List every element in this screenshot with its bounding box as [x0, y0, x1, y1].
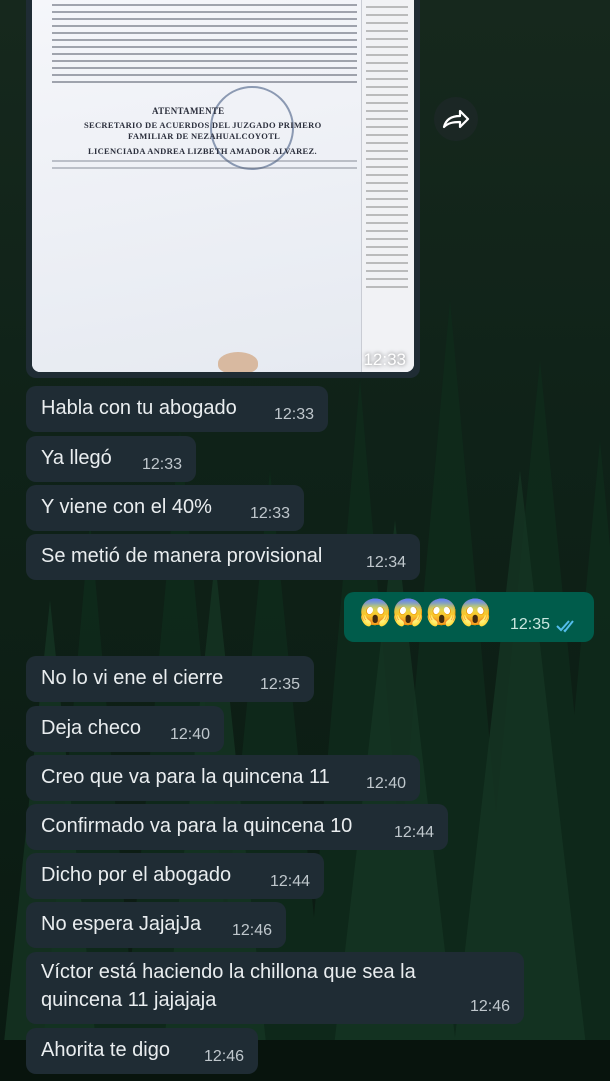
document-line: LICENCIADA ANDREA LIZBETH AMADOR ALVAREZ…: [88, 146, 317, 156]
document-line: SECRETARIO DE ACUERDOS DEL JUZGADO PRIME…: [84, 120, 322, 130]
image-message[interactable]: ATENTAMENTE SECRETARIO DE ACUERDOS DEL J…: [26, 0, 420, 378]
document-line: FAMILIAR DE NEZAHUALCOYOTL: [128, 131, 281, 141]
message-bubble[interactable]: No lo vi ene el cierre 12:35: [26, 656, 314, 702]
message-time: 12:33: [141, 456, 182, 473]
message-text: 😱😱😱😱: [359, 597, 493, 627]
chat-area[interactable]: ATENTAMENTE SECRETARIO DE ACUERDOS DEL J…: [0, 0, 610, 1081]
legal-document: ATENTAMENTE SECRETARIO DE ACUERDOS DEL J…: [32, 0, 367, 372]
message-time: 12:46: [203, 1048, 244, 1065]
message-text: Ahorita te digo: [41, 1039, 170, 1061]
message-text: Y viene con el 40%: [41, 496, 212, 518]
message-bubble[interactable]: Confirmado va para la quincena 10 12:44: [26, 804, 448, 850]
message-time: 12:46: [231, 922, 272, 939]
message-time: 12:46: [469, 998, 510, 1015]
message-text: Confirmado va para la quincena 10: [41, 815, 353, 837]
message-time: 12:40: [365, 775, 406, 792]
message-text: Ya llegó: [41, 447, 112, 469]
forward-arrow-icon: [442, 109, 470, 129]
forward-button[interactable]: [434, 97, 478, 141]
message-bubble[interactable]: Dicho por el abogado 12:44: [26, 853, 324, 899]
message-bubble[interactable]: Ya llegó 12:33: [26, 436, 196, 482]
message-bubble[interactable]: No espera JajajJa 12:46: [26, 902, 286, 948]
finger: [218, 352, 258, 372]
message-text: No espera JajajJa: [41, 913, 202, 935]
message-time: 12:35: [509, 616, 550, 633]
message-bubble[interactable]: Ahorita te digo 12:46: [26, 1028, 258, 1074]
message-bubble[interactable]: Deja checo 12:40: [26, 706, 224, 752]
message-bubble[interactable]: Creo que va para la quincena 11 12:40: [26, 755, 420, 801]
message-text: Se metió de manera provisional: [41, 545, 323, 567]
message-time: 12:35: [259, 676, 300, 693]
message-time: 12:44: [393, 824, 434, 841]
message-text: No lo vi ene el cierre: [41, 667, 224, 689]
message-text: Deja checo: [41, 717, 142, 739]
message-bubble[interactable]: Víctor está haciendo la chillona que sea…: [26, 952, 524, 1024]
message-time: 12:44: [269, 873, 310, 890]
message-text: Dicho por el abogado: [41, 864, 232, 886]
document-photo[interactable]: ATENTAMENTE SECRETARIO DE ACUERDOS DEL J…: [32, 0, 414, 372]
message-text: Víctor está haciendo la chillona que sea…: [41, 961, 416, 1011]
message-time: 12:33: [273, 406, 314, 423]
message-time: 12:33: [363, 350, 406, 369]
document-heading: ATENTAMENTE: [152, 106, 225, 116]
read-receipt-icon: [556, 620, 574, 633]
message-time: 12:33: [249, 505, 290, 522]
message-text: Habla con tu abogado: [41, 397, 237, 419]
message-bubble[interactable]: Y viene con el 40% 12:33: [26, 485, 304, 531]
document-side-page: [361, 0, 414, 372]
message-text: Creo que va para la quincena 11: [41, 766, 330, 788]
message-bubble[interactable]: Se metió de manera provisional 12:34: [26, 534, 420, 580]
message-bubble[interactable]: Habla con tu abogado 12:33: [26, 386, 328, 432]
message-time: 12:34: [365, 554, 406, 571]
message-bubble[interactable]: 😱😱😱😱 12:35: [344, 592, 594, 642]
message-time: 12:40: [169, 726, 210, 743]
